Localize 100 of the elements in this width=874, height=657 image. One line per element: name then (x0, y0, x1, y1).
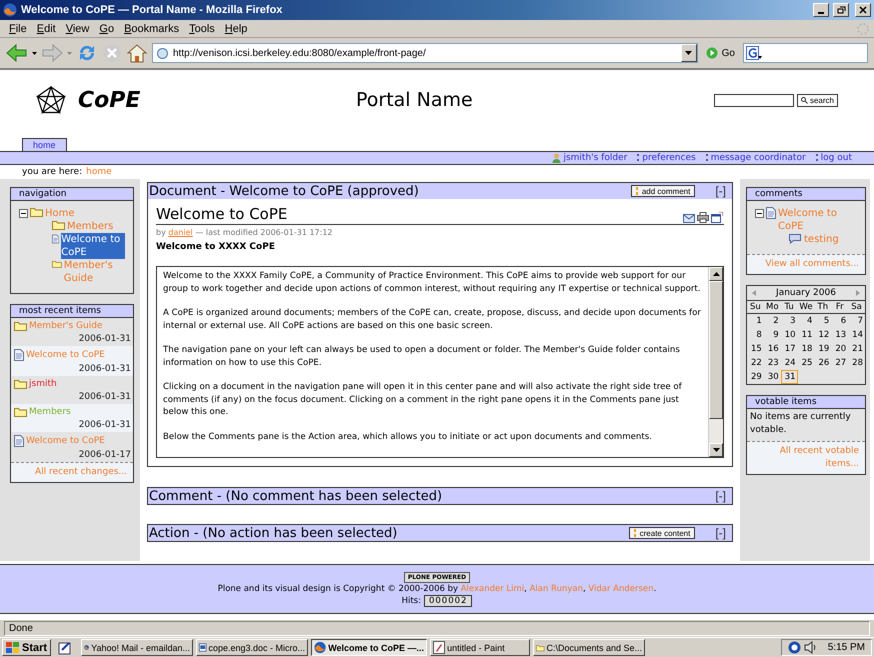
menu-item[interactable]: View (60, 22, 94, 34)
network-icon[interactable] (788, 641, 801, 654)
collapse-button[interactable]: [-] (715, 526, 726, 540)
calendar-day[interactable]: 28 (848, 356, 865, 370)
collapse-icon[interactable] (755, 209, 764, 218)
dropdown-arrow-icon[interactable] (32, 52, 37, 54)
star-logo-icon (36, 86, 66, 114)
item-date: 2006-01-31 (78, 391, 131, 402)
scroll-down-icon[interactable] (712, 448, 720, 452)
pane-title: Comment - (No comment has been selected) (149, 488, 444, 504)
speaker-icon[interactable] (804, 641, 817, 654)
full-screen-icon[interactable] (710, 212, 724, 223)
breadcrumb-label: you are here: (22, 167, 82, 177)
play-icon (706, 47, 718, 59)
taskbar-button[interactable]: untitled - Paint (430, 639, 530, 656)
calendar-day[interactable]: 30 (764, 370, 781, 384)
calendar-day[interactable]: 13 (831, 328, 848, 342)
calendar-day[interactable]: 29 (747, 370, 764, 384)
scroll-up-icon[interactable] (712, 272, 720, 276)
calendar-day[interactable]: 3 (780, 314, 798, 328)
calendar-day[interactable]: 9 (764, 328, 781, 342)
calendar-day[interactable]: 27 (831, 356, 848, 370)
calendar-day[interactable]: 23 (764, 356, 781, 370)
menu-item[interactable]: Tools (184, 22, 220, 34)
bullet-icon (634, 529, 637, 537)
calendar-day[interactable]: 6 (831, 314, 848, 328)
collapse-icon[interactable] (19, 209, 28, 218)
document-icon (52, 233, 60, 245)
taskbar-button[interactable]: cope.eng3.doc - Micro... (196, 639, 308, 656)
personal-link[interactable]: jsmith's folder (552, 153, 628, 163)
calendar-day[interactable]: 19 (814, 342, 832, 356)
calendar-day[interactable]: 22 (747, 356, 764, 370)
go-button[interactable]: Go (702, 47, 739, 59)
document-description: Welcome to XXXX CoPE (156, 242, 276, 252)
menu-item[interactable]: File (4, 22, 32, 34)
clock: 5:15 PM (828, 642, 865, 653)
start-button[interactable]: Start (2, 639, 52, 656)
back-button[interactable] (6, 43, 28, 63)
calendar-day[interactable]: 8 (747, 328, 764, 342)
collapse-button[interactable]: [-] (715, 184, 726, 198)
add-comment-button[interactable]: add comment (630, 185, 696, 197)
folder-icon (30, 207, 43, 217)
calendar-day[interactable]: 25 (798, 356, 814, 370)
calendar-day[interactable]: 24 (780, 356, 798, 370)
weekday-label: Su (747, 301, 764, 314)
search-button[interactable]: search (796, 94, 838, 106)
calendar-day[interactable]: 10 (780, 328, 798, 342)
calendar-day[interactable]: 4 (798, 314, 814, 328)
collapse-button[interactable]: [-] (715, 489, 726, 503)
restore-button[interactable] (833, 3, 849, 17)
calendar-day[interactable]: 20 (831, 342, 848, 356)
calendar-day[interactable]: 1 (747, 314, 764, 328)
calendar-day[interactable]: 15 (747, 342, 764, 356)
calendar-day[interactable]: 21 (848, 342, 865, 356)
close-button[interactable] (855, 3, 871, 17)
search-field[interactable] (743, 43, 868, 63)
recent-item-link[interactable]: jsmith (29, 379, 57, 389)
calendar-day[interactable]: 18 (798, 342, 814, 356)
scrollbar[interactable] (708, 267, 723, 457)
calendar-day[interactable]: 7 (848, 314, 865, 328)
taskbar-button[interactable]: C:\Documents and Se... (533, 639, 646, 656)
throbber-icon (856, 22, 870, 36)
personal-link[interactable]: log out (816, 153, 852, 163)
personal-link[interactable]: preferences (637, 153, 696, 163)
dropdown-button[interactable] (680, 44, 697, 62)
print-icon[interactable] (696, 212, 710, 223)
calendar-day[interactable]: 26 (814, 356, 832, 370)
taskbar-button[interactable]: Welcome to CoPE —... (311, 639, 428, 656)
calendar-day[interactable]: 11 (798, 328, 814, 342)
menu-item[interactable]: Help (220, 22, 252, 34)
calendar-day[interactable]: 2 (764, 314, 781, 328)
tab[interactable]: home (22, 138, 67, 151)
calendar-day[interactable]: 31 (780, 370, 798, 384)
weekday-label: Tu (780, 301, 798, 314)
search-field[interactable] (714, 94, 794, 106)
calendar-day[interactable]: 16 (764, 342, 781, 356)
address-field[interactable]: http://venison.icsi.berkeley.edu:8080/example/front-page/ (152, 43, 698, 63)
user-icon (552, 153, 562, 163)
weekday-label: We (798, 301, 814, 314)
menu-item[interactable]: Edit (32, 22, 61, 34)
home-button[interactable] (126, 43, 148, 63)
tree-item[interactable]: Welcome to CoPE (61, 233, 125, 259)
calendar-day[interactable]: 14 (848, 328, 865, 342)
calendar-day[interactable]: 12 (814, 328, 832, 342)
windows-logo-icon (6, 642, 20, 654)
portlet-title: most recent items (11, 305, 133, 318)
hits-label: Hits: (402, 596, 421, 606)
quick-launch-icon[interactable] (58, 640, 72, 654)
mail-icon[interactable] (682, 214, 696, 223)
menu-item[interactable]: Bookmarks (119, 22, 184, 34)
calendar-day[interactable]: 17 (780, 342, 798, 356)
calendar-day[interactable]: 5 (814, 314, 832, 328)
taskbar-button[interactable]: Yahoo! Mail - emaildan... (81, 639, 194, 656)
desktop-icon (58, 640, 72, 654)
create-content-button[interactable]: create content (628, 527, 696, 539)
paragraph: Welcome to the XXXX Family CoPE, a Community of Practice Environment. This CoPE aims to provide web support for our group to work together and decide upon actions of common interest, without requiring any IT expertise or technical support. (163, 270, 702, 295)
menu-item[interactable]: Go (94, 22, 120, 34)
minimize-button[interactable] (813, 3, 829, 17)
personal-link[interactable]: message coordinator (706, 153, 806, 163)
close-icon (859, 6, 867, 14)
